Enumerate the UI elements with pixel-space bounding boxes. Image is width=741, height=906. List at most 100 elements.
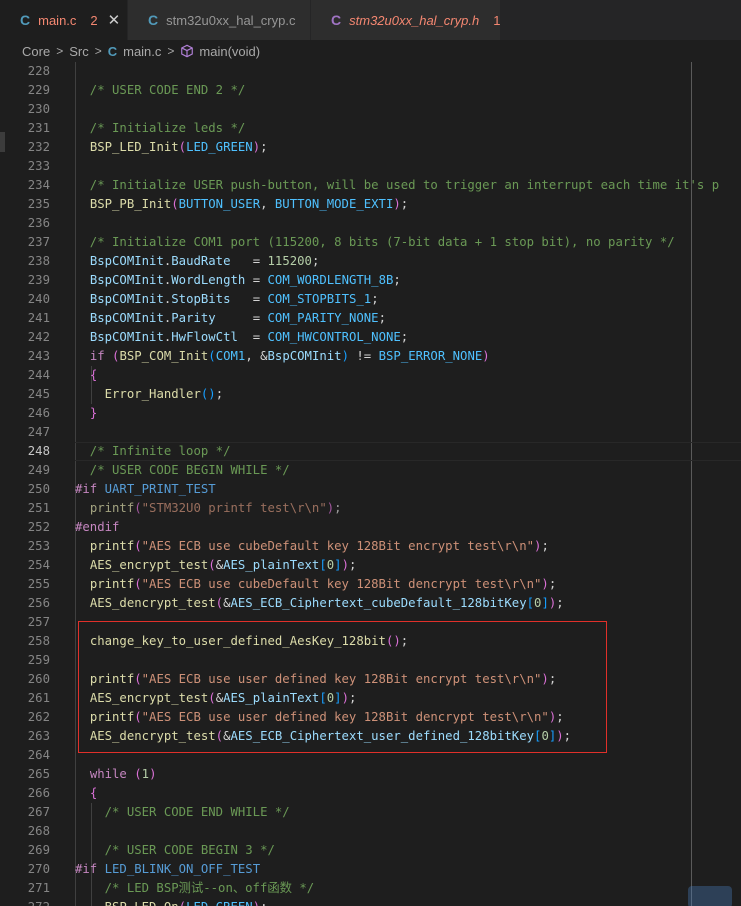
code-token: #if xyxy=(75,862,98,876)
code-line[interactable]: 246 } xyxy=(0,404,741,423)
code-line[interactable]: 256 AES_dencrypt_test(&AES_ECB_Ciphertex… xyxy=(0,594,741,613)
code-token: ; xyxy=(563,729,572,743)
code-line[interactable]: 266 { xyxy=(0,784,741,803)
tab-stm32u0xx-hal-cryp-h[interactable]: Cstm32u0xx_hal_cryp.h 1 xyxy=(311,0,501,40)
code-line[interactable]: 264 xyxy=(0,746,741,765)
code-token: ; xyxy=(378,311,386,325)
code-line[interactable]: 269 /* USER CODE BEGIN 3 */ xyxy=(0,841,741,860)
code-line[interactable]: 233 xyxy=(0,157,741,176)
code-line[interactable]: 232 BSP_LED_Init(LED_GREEN); xyxy=(0,138,741,157)
code-token: ) xyxy=(253,900,260,906)
code-line[interactable]: 235 BSP_PB_Init(BUTTON_USER, BUTTON_MODE… xyxy=(0,195,741,214)
code-line[interactable]: 271 /* LED BSP测试--on、off函数 */ xyxy=(0,879,741,898)
code-token: /* USER CODE BEGIN WHILE */ xyxy=(75,463,290,477)
code-line[interactable]: 240 BspCOMInit.StopBits = COM_STOPBITS_1… xyxy=(0,290,741,309)
code-line[interactable]: 253 printf("AES ECB use cubeDefault key … xyxy=(0,537,741,556)
code-token: ; xyxy=(371,292,379,306)
code-line[interactable]: 259 xyxy=(0,651,741,670)
tab-label: main.c xyxy=(38,12,77,28)
code-line[interactable]: 228 xyxy=(0,62,741,81)
code-token: AES_plainText xyxy=(223,558,320,572)
breadcrumb-symbol[interactable]: main(void) xyxy=(199,44,260,59)
code-line[interactable]: 272 BSP_LED_On(LED_GREEN); xyxy=(0,898,741,906)
code-line[interactable]: 260 printf("AES ECB use user defined key… xyxy=(0,670,741,689)
code-line[interactable]: 237 /* Initialize COM1 port (115200, 8 b… xyxy=(0,233,741,252)
code-line[interactable]: 267 /* USER CODE END WHILE */ xyxy=(0,803,741,822)
code-text: BSP_LED_On(LED_GREEN); xyxy=(75,898,268,906)
line-number: 230 xyxy=(27,102,50,116)
code-token: /* LED BSP测试--on、off函数 */ xyxy=(75,881,315,895)
code-token: ) xyxy=(252,140,261,154)
code-line[interactable]: 268 xyxy=(0,822,741,841)
line-number: 259 xyxy=(27,653,50,667)
code-line[interactable]: 229 /* USER CODE END 2 */ xyxy=(0,81,741,100)
code-line[interactable]: 251 printf("STM32U0 printf test\r\n"); xyxy=(0,499,741,518)
code-token: COM_WORDLENGTH_8B xyxy=(267,273,394,287)
code-line[interactable]: 254 AES_encrypt_test(&AES_plainText[0]); xyxy=(0,556,741,575)
code-token: printf xyxy=(89,539,135,553)
code-line[interactable]: 247 xyxy=(0,423,741,442)
code-line[interactable]: 239 BspCOMInit.WordLength = COM_WORDLENG… xyxy=(0,271,741,290)
line-number: 237 xyxy=(27,235,50,249)
code-line[interactable]: 263 AES_dencrypt_test(&AES_ECB_Ciphertex… xyxy=(0,727,741,746)
code-line[interactable]: 248 /* Infinite loop */ xyxy=(0,442,741,461)
code-line[interactable]: 249 /* USER CODE BEGIN WHILE */ xyxy=(0,461,741,480)
code-line[interactable]: 243 if (BSP_COM_Init(COM1, &BspCOMInit) … xyxy=(0,347,741,366)
code-line[interactable]: 265 while (1) xyxy=(0,765,741,784)
code-token: ] xyxy=(541,596,549,610)
tab-stm32u0xx-hal-cryp-c[interactable]: Cstm32u0xx_hal_cryp.c xyxy=(128,0,311,40)
code-token: ) xyxy=(393,197,401,211)
line-number: 234 xyxy=(27,178,50,192)
code-line[interactable]: 234 /* Initialize USER push-button, will… xyxy=(0,176,741,195)
code-token: & xyxy=(215,558,224,572)
code-token: ; xyxy=(400,197,409,211)
code-line[interactable]: 261 AES_encrypt_test(&AES_plainText[0]); xyxy=(0,689,741,708)
code-text: #if LED_BLINK_ON_OFF_TEST xyxy=(75,860,260,879)
code-line[interactable]: 230 xyxy=(0,100,741,119)
code-token: != xyxy=(348,349,379,363)
chevron-right-icon: > xyxy=(56,44,64,58)
code-line[interactable]: 245 Error_Handler(); xyxy=(0,385,741,404)
code-line[interactable]: 231 /* Initialize leds */ xyxy=(0,119,741,138)
code-line[interactable]: 238 BspCOMInit.BaudRate = 115200; xyxy=(0,252,741,271)
code-line[interactable]: 255 printf("AES ECB use cubeDefault key … xyxy=(0,575,741,594)
code-text: BSP_LED_Init(LED_GREEN); xyxy=(75,138,268,157)
close-icon[interactable]: ✕ xyxy=(108,11,121,29)
code-line[interactable]: 262 printf("AES ECB use user defined key… xyxy=(0,708,741,727)
code-line[interactable]: 258 change_key_to_user_defined_AesKey_12… xyxy=(0,632,741,651)
code-editor[interactable]: 228 229 /* USER CODE END 2 */ 230 231 /* In… xyxy=(0,62,741,906)
code-line[interactable]: 241 BspCOMInit.Parity = COM_PARITY_NONE; xyxy=(0,309,741,328)
code-token: "AES ECB use user defined key 128Bit den… xyxy=(141,710,549,724)
code-token: LED_GREEN xyxy=(186,140,253,154)
code-line[interactable]: 236 xyxy=(0,214,741,233)
code-token: WordLength xyxy=(171,273,246,287)
code-line[interactable]: 244 { xyxy=(0,366,741,385)
line-number: 263 xyxy=(27,729,50,743)
breadcrumb-folder-core[interactable]: Core xyxy=(22,44,50,59)
breadcrumb-file[interactable]: main.c xyxy=(123,44,161,59)
code-token: ( xyxy=(134,501,142,515)
code-line[interactable]: 257 xyxy=(0,613,741,632)
code-token: LED_GREEN xyxy=(186,900,253,906)
line-number: 258 xyxy=(27,634,50,648)
code-line[interactable]: 242 BspCOMInit.HwFlowCtl = COM_HWCONTROL… xyxy=(0,328,741,347)
chevron-right-icon: > xyxy=(94,44,102,58)
code-token: ; xyxy=(215,387,224,401)
code-token: BSP_ERROR_NONE xyxy=(378,349,483,363)
code-text: BspCOMInit.StopBits = COM_STOPBITS_1; xyxy=(75,290,379,309)
tab-main-c[interactable]: Cmain.c 2 ✕ xyxy=(0,0,128,40)
code-line[interactable]: 252 #endif xyxy=(0,518,741,537)
code-line[interactable]: 270 #if LED_BLINK_ON_OFF_TEST xyxy=(0,860,741,879)
code-text: AES_encrypt_test(&AES_plainText[0]); xyxy=(75,689,357,708)
code-line[interactable]: 250 #if UART_PRINT_TEST xyxy=(0,480,741,499)
breadcrumb-folder-src[interactable]: Src xyxy=(69,44,89,59)
code-token: HwFlowCtl xyxy=(171,330,238,344)
code-token: UART_PRINT_TEST xyxy=(104,482,216,496)
line-number: 246 xyxy=(27,406,50,420)
